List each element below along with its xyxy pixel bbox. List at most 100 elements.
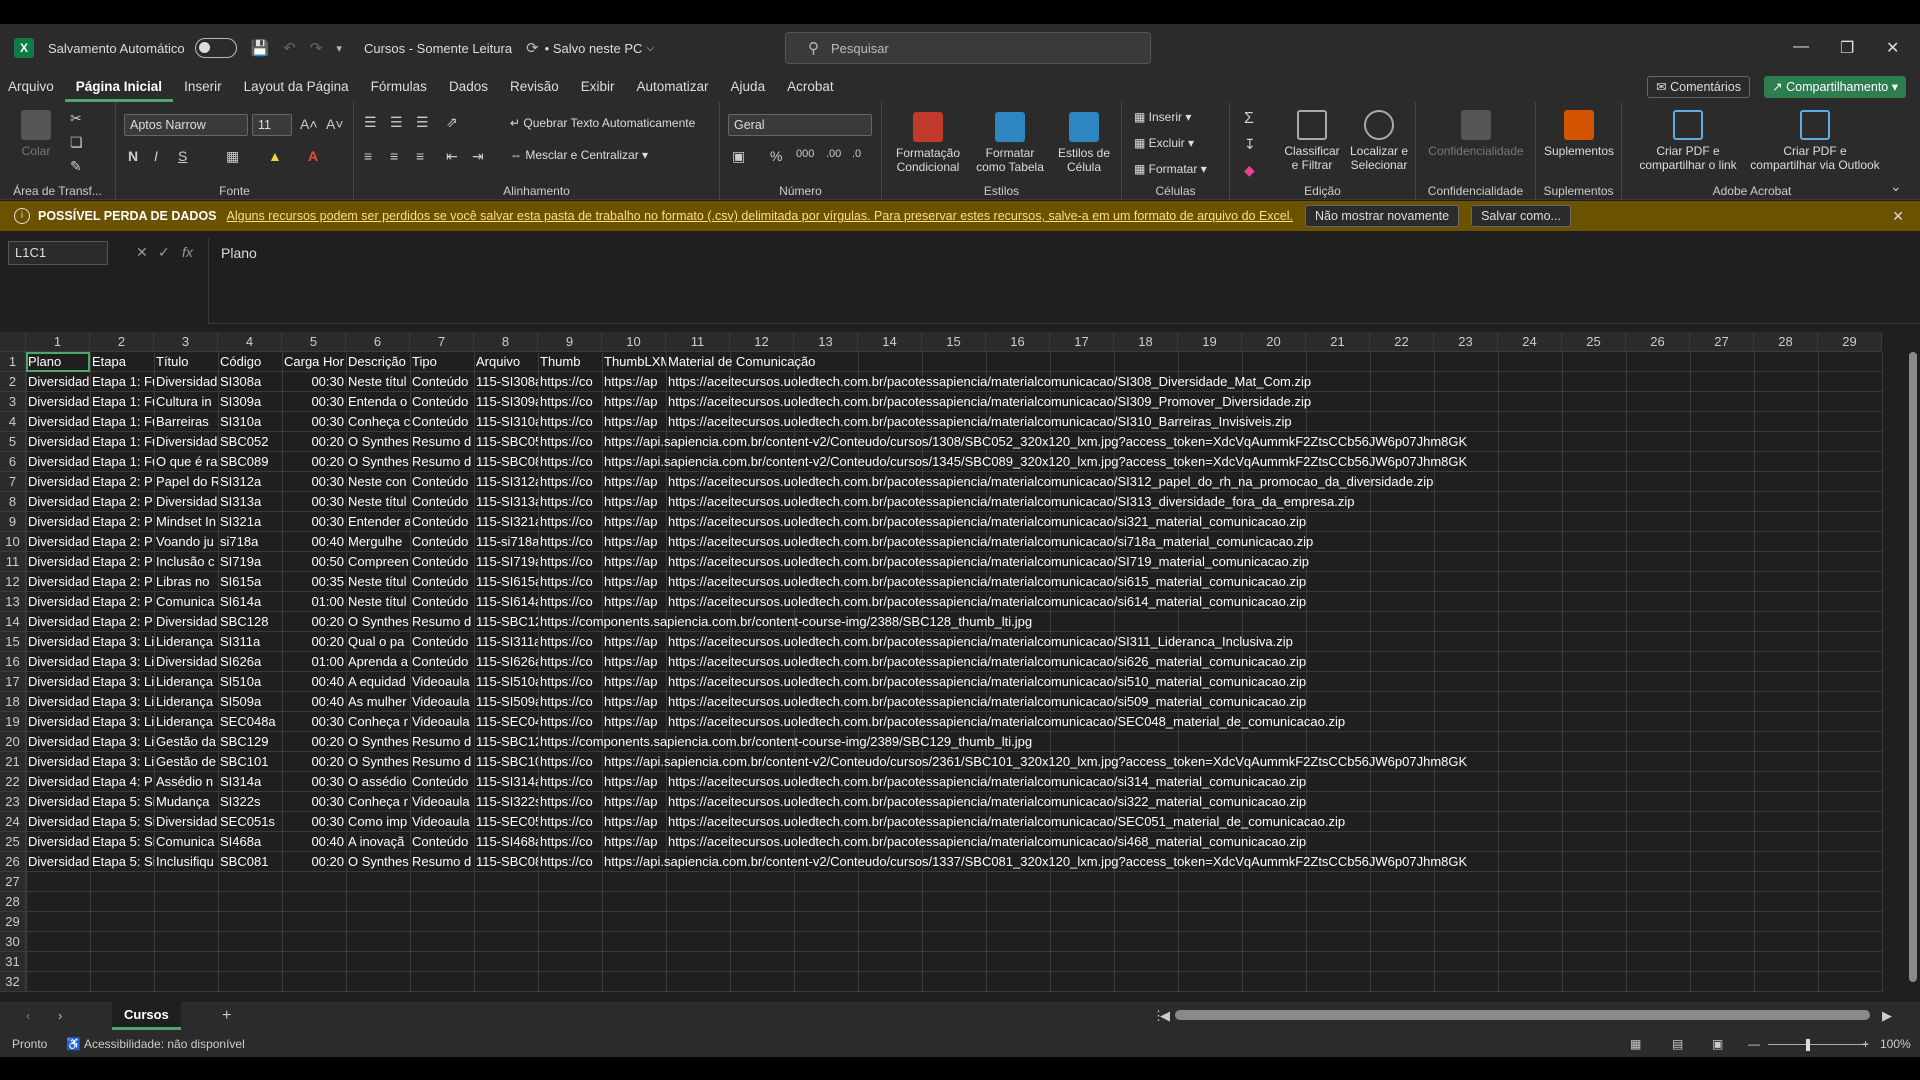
row-header[interactable]: 2 <box>0 372 26 392</box>
table-cell[interactable]: 00:30 <box>282 412 346 432</box>
find-select-button[interactable]: Localizar e Selecionar <box>1346 110 1412 172</box>
table-cell[interactable]: https://ap <box>602 572 666 592</box>
table-cell[interactable]: SI468a <box>218 832 282 852</box>
table-cell[interactable]: https://aceitecursos.uoledtech.com.br/pa… <box>666 472 1882 492</box>
table-cell[interactable]: 00:20 <box>282 732 346 752</box>
table-cell[interactable]: Etapa <box>90 352 154 372</box>
align-center-icon[interactable]: ≡ <box>390 148 398 164</box>
table-cell[interactable]: SI509a <box>218 692 282 712</box>
table-cell[interactable]: 115-SBC05 <box>474 432 538 452</box>
prev-sheet-icon[interactable]: ‹ <box>26 1008 30 1023</box>
table-cell[interactable]: 115-SI614a <box>474 592 538 612</box>
search-box[interactable]: ⚲ Pesquisar <box>785 32 1151 64</box>
column-header[interactable]: 12 <box>730 332 794 352</box>
accounting-icon[interactable]: ▣ <box>732 148 745 165</box>
table-cell[interactable]: 115-si718a <box>474 532 538 552</box>
table-cell[interactable]: Material de Comunicação <box>666 352 1882 372</box>
row-header[interactable]: 22 <box>0 772 26 792</box>
tab-acrobat[interactable]: Acrobat <box>776 72 845 102</box>
column-header[interactable]: 16 <box>986 332 1050 352</box>
row-header[interactable]: 30 <box>0 932 26 952</box>
table-cell[interactable]: https://ap <box>602 812 666 832</box>
column-header[interactable]: 18 <box>1114 332 1178 352</box>
table-cell[interactable]: Etapa 1: Fu <box>90 452 154 472</box>
insert-cells-button[interactable]: ▦ Inserir ▾ <box>1134 110 1191 124</box>
table-cell[interactable]: 115-SI313a <box>474 492 538 512</box>
column-header[interactable]: 13 <box>794 332 858 352</box>
table-cell[interactable]: O Synthes <box>346 732 410 752</box>
scroll-thumb[interactable] <box>1909 352 1917 982</box>
clear-icon[interactable]: ◆ <box>1244 162 1255 179</box>
column-header[interactable]: 2 <box>90 332 154 352</box>
row-header[interactable]: 25 <box>0 832 26 852</box>
table-cell[interactable]: 115-SI615a <box>474 572 538 592</box>
formula-input[interactable]: Plano <box>208 238 1920 324</box>
table-cell[interactable]: https://ap <box>602 652 666 672</box>
font-size-select[interactable]: 11 <box>252 114 292 136</box>
table-cell[interactable]: Etapa 2: P <box>90 492 154 512</box>
table-cell[interactable]: Diversidad <box>26 632 90 652</box>
row-header[interactable]: 10 <box>0 532 26 552</box>
table-cell[interactable]: SEC051s <box>218 812 282 832</box>
table-cell[interactable]: https://ap <box>602 772 666 792</box>
align-left-icon[interactable]: ≡ <box>364 148 372 164</box>
zoom-slider-thumb[interactable] <box>1806 1039 1810 1051</box>
table-cell[interactable]: 00:30 <box>282 392 346 412</box>
table-cell[interactable]: 00:40 <box>282 672 346 692</box>
table-cell[interactable]: 115-SI309a <box>474 392 538 412</box>
comments-button[interactable]: ✉ Comentários <box>1647 76 1750 98</box>
table-cell[interactable]: Mudança <box>154 792 218 812</box>
sort-filter-button[interactable]: Classificar e Filtrar <box>1280 110 1344 172</box>
table-cell[interactable]: Liderança <box>154 712 218 732</box>
table-cell[interactable]: Conteúdo <box>410 512 474 532</box>
share-button[interactable]: ↗ Compartilhamento ▾ <box>1764 76 1906 98</box>
table-cell[interactable]: SEC048a <box>218 712 282 732</box>
page-layout-icon[interactable]: ▤ <box>1672 1032 1683 1057</box>
tab-inserir[interactable]: Inserir <box>173 72 233 102</box>
table-cell[interactable]: Etapa 5: Si <box>90 792 154 812</box>
table-cell[interactable]: SBC128 <box>218 612 282 632</box>
table-cell[interactable]: Descrição <box>346 352 410 372</box>
table-cell[interactable]: 00:20 <box>282 632 346 652</box>
column-header[interactable]: 19 <box>1178 332 1242 352</box>
table-cell[interactable]: Diversidad <box>26 612 90 632</box>
table-cell[interactable]: https://ap <box>602 392 666 412</box>
row-header[interactable]: 24 <box>0 812 26 832</box>
table-cell[interactable]: 115-SBC08 <box>474 852 538 872</box>
table-cell[interactable]: 115-SEC05 <box>474 812 538 832</box>
orientation-icon[interactable]: ⇗ <box>446 114 458 131</box>
table-cell[interactable]: Conheça r <box>346 792 410 812</box>
table-cell[interactable]: Etapa 2: P <box>90 572 154 592</box>
table-cell[interactable]: Diversidad <box>154 492 218 512</box>
table-cell[interactable]: Conteúdo <box>410 472 474 492</box>
table-cell[interactable]: 115-SBC12 <box>474 612 538 632</box>
table-cell[interactable]: 115-SI468a <box>474 832 538 852</box>
table-cell[interactable]: 00:30 <box>282 372 346 392</box>
table-cell[interactable]: 00:30 <box>282 512 346 532</box>
table-cell[interactable]: Voando ju <box>154 532 218 552</box>
table-cell[interactable]: 115-SI308a <box>474 372 538 392</box>
table-cell[interactable]: Gestão de <box>154 752 218 772</box>
table-cell[interactable]: https://co <box>538 432 602 452</box>
table-cell[interactable]: Carga Hor <box>282 352 346 372</box>
row-header[interactable]: 4 <box>0 412 26 432</box>
table-cell[interactable]: Inclusifiqu <box>154 852 218 872</box>
table-cell[interactable]: 115-SEC04 <box>474 712 538 732</box>
table-cell[interactable]: https://ap <box>602 592 666 612</box>
page-break-icon[interactable]: ▣ <box>1712 1032 1723 1057</box>
row-header[interactable]: 13 <box>0 592 26 612</box>
table-cell[interactable]: https://aceitecursos.uoledtech.com.br/pa… <box>666 512 1882 532</box>
table-cell[interactable]: https://ap <box>602 472 666 492</box>
restore-icon[interactable]: ❐ <box>1840 38 1854 58</box>
table-cell[interactable]: 00:40 <box>282 692 346 712</box>
table-cell[interactable]: https://api.sapiencia.com.br/content-v2/… <box>602 432 1882 452</box>
table-cell[interactable]: As mulher <box>346 692 410 712</box>
table-cell[interactable]: Diversidad <box>26 652 90 672</box>
table-cell[interactable]: https://aceitecursos.uoledtech.com.br/pa… <box>666 712 1882 732</box>
dont-show-again-button[interactable]: Não mostrar novamente <box>1304 205 1460 227</box>
table-cell[interactable]: Resumo d <box>410 732 474 752</box>
table-cell[interactable]: Etapa 2: P <box>90 552 154 572</box>
column-header[interactable]: 9 <box>538 332 602 352</box>
table-cell[interactable]: https://co <box>538 452 602 472</box>
table-cell[interactable]: Diversidad <box>154 372 218 392</box>
